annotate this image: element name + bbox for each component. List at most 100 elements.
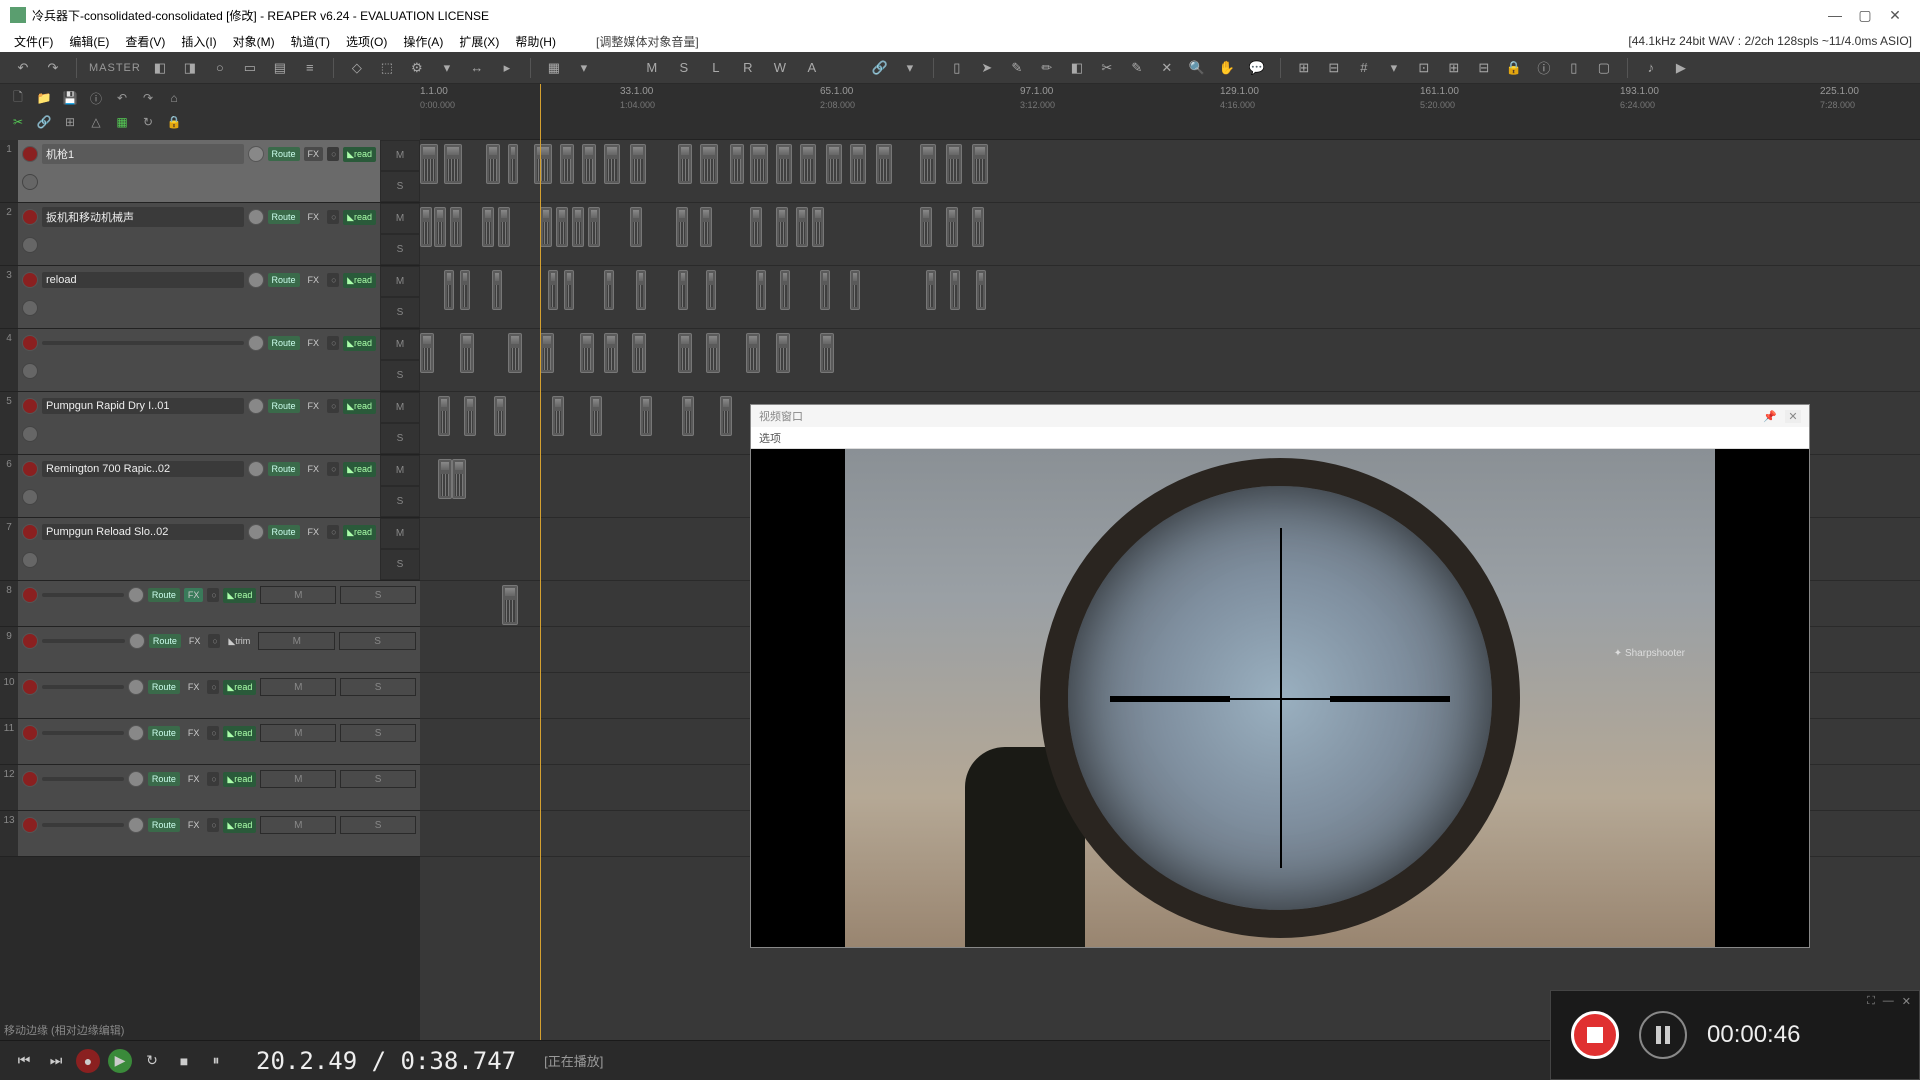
skip-end-icon[interactable]: ⏭: [44, 1049, 68, 1073]
pan-knob[interactable]: [22, 300, 38, 316]
media-item[interactable]: [438, 459, 452, 499]
grid-icon[interactable]: ▦: [112, 112, 132, 132]
route-button[interactable]: Route: [148, 726, 180, 740]
track-name-field[interactable]: [42, 593, 124, 597]
volume-knob[interactable]: [128, 771, 144, 787]
media-item[interactable]: [850, 270, 860, 310]
snap-icon[interactable]: ⊟: [1323, 57, 1345, 79]
media-item[interactable]: [780, 270, 790, 310]
pause-button[interactable]: ⏸: [204, 1049, 228, 1073]
item-lane[interactable]: [420, 266, 1920, 329]
timeline-ruler[interactable]: 1.1.000:00.00033.1.001:04.00065.1.002:08…: [420, 84, 1920, 140]
volume-knob[interactable]: [128, 725, 144, 741]
media-item[interactable]: [976, 270, 986, 310]
grid-icon[interactable]: ⊞: [60, 112, 80, 132]
fx-button[interactable]: FX: [304, 336, 324, 350]
media-item[interactable]: [800, 144, 816, 184]
record-arm-button[interactable]: [22, 817, 38, 833]
record-arm-button[interactable]: [22, 146, 38, 162]
track-row[interactable]: 3reloadRouteFX○◣readMS: [0, 266, 420, 329]
media-item[interactable]: [508, 333, 522, 373]
recorder-pause-button[interactable]: [1639, 1011, 1687, 1059]
route-button[interactable]: Route: [268, 399, 300, 413]
track-name-field[interactable]: Pumpgun Rapid Dry I..01: [42, 398, 244, 414]
media-item[interactable]: [540, 207, 552, 247]
fx-button[interactable]: FX: [184, 588, 204, 602]
mute-button[interactable]: M: [380, 455, 420, 486]
transport-time[interactable]: 20.2.49 / 0:38.747: [256, 1047, 516, 1075]
media-item[interactable]: [450, 207, 462, 247]
toolbar-letter-s[interactable]: S: [673, 57, 695, 79]
item-lane[interactable]: [420, 203, 1920, 266]
screen-recorder[interactable]: ⛶ — ✕ 00:00:46: [1550, 990, 1920, 1080]
media-item[interactable]: [640, 396, 652, 436]
media-item[interactable]: [580, 333, 594, 373]
media-item[interactable]: [630, 207, 642, 247]
lock-icon[interactable]: ⊡: [1413, 57, 1435, 79]
fx-button[interactable]: FX: [304, 273, 324, 287]
media-item[interactable]: [604, 270, 614, 310]
media-item[interactable]: [946, 207, 958, 247]
media-item[interactable]: [926, 270, 936, 310]
media-item[interactable]: [730, 144, 744, 184]
media-item[interactable]: [972, 144, 988, 184]
media-item[interactable]: [820, 333, 834, 373]
recorder-minimize-icon[interactable]: —: [1883, 995, 1894, 1008]
tool-icon[interactable]: ▢: [1593, 57, 1615, 79]
settings-icon[interactable]: ⚙: [406, 57, 428, 79]
media-item[interactable]: [776, 144, 792, 184]
envelope-button[interactable]: ◣read: [343, 462, 376, 477]
media-item[interactable]: [540, 333, 554, 373]
fx-bypass-button[interactable]: ○: [208, 634, 220, 648]
menu-insert[interactable]: 插入(I): [175, 31, 222, 52]
media-item[interactable]: [438, 396, 450, 436]
track-name-field[interactable]: [42, 685, 124, 689]
track-name-field[interactable]: reload: [42, 272, 244, 288]
envelope-button[interactable]: ◣read: [343, 273, 376, 288]
close-button[interactable]: ✕: [1880, 5, 1910, 25]
toolbar-letter-a[interactable]: A: [801, 57, 823, 79]
fx-bypass-button[interactable]: ○: [327, 525, 339, 539]
track-row[interactable]: 7Pumpgun Reload Slo..02RouteFX○◣readMS: [0, 518, 420, 581]
fx-button[interactable]: FX: [184, 772, 204, 786]
media-item[interactable]: [750, 144, 768, 184]
grid-icon[interactable]: ▦: [543, 57, 565, 79]
mute-button[interactable]: M: [260, 770, 336, 788]
draw-icon[interactable]: ✎: [1006, 57, 1028, 79]
lock-icon[interactable]: 🔒: [1503, 57, 1525, 79]
record-arm-button[interactable]: [22, 587, 38, 603]
route-button[interactable]: Route: [268, 147, 300, 161]
video-window[interactable]: 视频窗口 📌 ✕ 选项 ✦ Sharpshooter: [750, 404, 1810, 948]
metronome-icon[interactable]: ♪: [1640, 57, 1662, 79]
media-item[interactable]: [850, 144, 866, 184]
volume-knob[interactable]: [248, 461, 264, 477]
undo-icon[interactable]: ↶: [112, 88, 132, 108]
repeat-icon[interactable]: ↻: [140, 1049, 164, 1073]
stop-button[interactable]: ■: [172, 1049, 196, 1073]
video-menu-options[interactable]: 选项: [759, 430, 781, 446]
media-item[interactable]: [604, 333, 618, 373]
mute-button[interactable]: M: [260, 816, 336, 834]
volume-knob[interactable]: [248, 272, 264, 288]
track-row[interactable]: 11RouteFX○◣readMS: [0, 719, 420, 765]
fx-button[interactable]: FX: [184, 726, 204, 740]
media-item[interactable]: [756, 270, 766, 310]
envelope-button[interactable]: ◣read: [223, 818, 256, 833]
cut-icon[interactable]: ✂: [8, 112, 28, 132]
media-item[interactable]: [460, 270, 470, 310]
solo-button[interactable]: S: [380, 360, 420, 391]
fx-button[interactable]: FX: [184, 680, 204, 694]
minimize-button[interactable]: —: [1820, 5, 1850, 25]
media-item[interactable]: [494, 396, 506, 436]
solo-button[interactable]: S: [340, 724, 416, 742]
media-item[interactable]: [508, 144, 518, 184]
pointer-icon[interactable]: ➤: [976, 57, 998, 79]
mute-button[interactable]: M: [380, 392, 420, 423]
menu-ext[interactable]: 扩展(X): [453, 31, 505, 52]
new-icon[interactable]: 🗋: [8, 88, 28, 108]
media-item[interactable]: [560, 144, 574, 184]
track-row[interactable]: 12RouteFX○◣readMS: [0, 765, 420, 811]
audio-status[interactable]: [44.1kHz 24bit WAV : 2/2ch 128spls ~11/4…: [1628, 34, 1912, 48]
media-item[interactable]: [630, 144, 646, 184]
group-icon[interactable]: ⊟: [1473, 57, 1495, 79]
